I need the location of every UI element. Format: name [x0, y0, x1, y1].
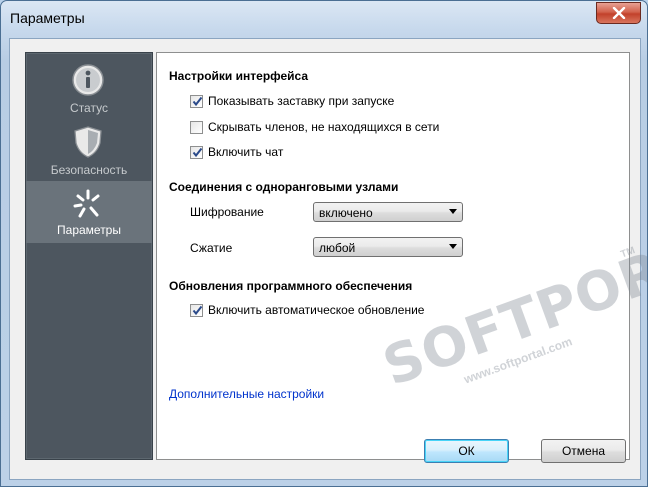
encryption-select[interactable]: включено	[313, 202, 463, 222]
dialog-window: Параметры Статус Безопасность Параметры …	[0, 0, 648, 487]
checkbox-label: Скрывать членов, не находящихся в сети	[208, 120, 440, 134]
ok-button[interactable]: ОК	[424, 439, 509, 463]
section-title-updates: Обновления программного обеспечения	[169, 279, 413, 293]
checkbox-label: Включить автоматическое обновление	[208, 303, 425, 317]
encryption-label: Шифрование	[190, 205, 264, 219]
section-title-peer: Соединения с одноранговыми узлами	[169, 180, 399, 194]
checkmark-icon	[192, 96, 203, 106]
sidebar-item-settings[interactable]: Параметры	[26, 181, 152, 243]
sidebar-item-label: Безопасность	[50, 163, 128, 177]
checkbox[interactable]	[190, 94, 203, 108]
checkmark-icon	[192, 147, 203, 157]
checkbox-show-splash[interactable]: Показывать заставку при запуске	[190, 93, 394, 109]
chevron-down-icon	[449, 244, 457, 249]
chevron-down-icon	[449, 209, 457, 214]
select-value: любой	[319, 241, 356, 255]
checkmark-icon	[192, 305, 203, 315]
shield-icon	[74, 126, 102, 158]
checkbox[interactable]	[190, 303, 203, 317]
compression-select[interactable]: любой	[313, 237, 463, 257]
dialog-client-area: Статус Безопасность Параметры Настройки …	[9, 38, 647, 480]
checkbox[interactable]	[190, 145, 203, 159]
sidebar-item-status[interactable]: Статус	[26, 57, 152, 119]
checkbox-label: Показывать заставку при запуске	[208, 94, 395, 108]
title-bar[interactable]: Параметры	[1, 1, 647, 37]
checkbox[interactable]	[190, 120, 203, 134]
window-title: Параметры	[10, 10, 85, 26]
advanced-settings-link[interactable]: Дополнительные настройки	[169, 387, 324, 401]
settings-icon	[73, 189, 100, 218]
settings-panel: Настройки интерфейса Показывать заставку…	[156, 52, 630, 460]
sidebar-item-label: Параметры	[57, 223, 121, 237]
select-value: включено	[319, 206, 373, 220]
info-icon	[72, 64, 104, 96]
checkbox-enable-chat[interactable]: Включить чат	[190, 144, 283, 160]
cancel-button[interactable]: Отмена	[541, 439, 626, 463]
checkbox-hide-offline[interactable]: Скрывать членов, не находящихся в сети	[190, 119, 439, 135]
checkbox-auto-update[interactable]: Включить автоматическое обновление	[190, 302, 424, 318]
close-button[interactable]	[596, 2, 641, 24]
checkbox-label: Включить чат	[208, 145, 284, 159]
sidebar-item-security[interactable]: Безопасность	[26, 119, 152, 181]
compression-label: Сжатие	[190, 241, 233, 255]
close-icon	[612, 7, 625, 19]
sidebar-item-label: Статус	[70, 101, 108, 115]
sidebar: Статус Безопасность Параметры	[25, 52, 153, 460]
section-title-interface: Настройки интерфейса	[169, 69, 309, 83]
